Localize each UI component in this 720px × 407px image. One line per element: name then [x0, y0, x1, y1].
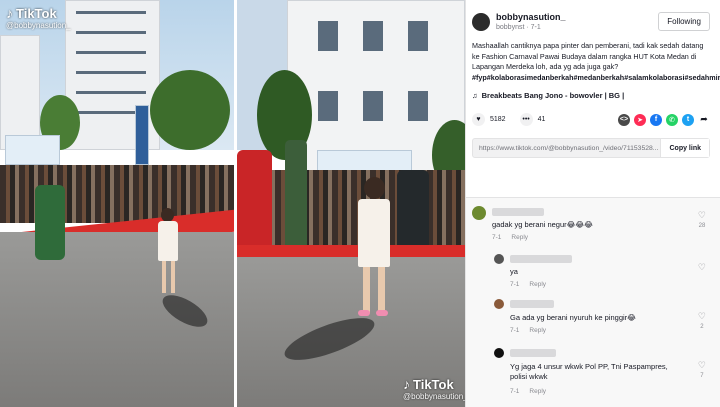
reply-button[interactable]: Reply	[529, 388, 546, 395]
comment-date: 7-1	[510, 327, 520, 334]
tiktok-logo-icon: ♪	[6, 5, 13, 21]
girl-shoe	[376, 310, 388, 316]
comment-item: ya 7-1 Reply ♡	[466, 254, 720, 294]
girl-dress	[358, 199, 390, 267]
vertical-banner	[135, 105, 149, 165]
watermark-handle: @bobbynasution_	[6, 21, 71, 30]
author-meta: bobbynst · 7-1	[496, 24, 541, 31]
avatar[interactable]	[472, 12, 490, 31]
blurred-username[interactable]	[510, 349, 556, 357]
girl-leg	[363, 267, 370, 313]
engagement-row: ♥ 5182 ••• 41 <> ➤ f ✆ t ➦	[472, 113, 710, 126]
comment-like[interactable]: ♡ 7	[698, 360, 706, 379]
tiktok-logo-text: TikTok	[16, 5, 57, 21]
author-row: bobbynasution_ bobbynst · 7-1 Following	[472, 12, 710, 31]
girl-shoe	[358, 310, 370, 316]
whatsapp-icon[interactable]: ✆	[666, 113, 678, 126]
comment-like[interactable]: ♡ 28	[698, 210, 706, 229]
comment-like[interactable]: ♡	[698, 262, 706, 273]
girl-leg	[162, 261, 166, 293]
avatar[interactable]	[494, 299, 504, 309]
tree	[150, 70, 230, 150]
avatar[interactable]	[494, 254, 504, 264]
comment-meta: 7-1 Reply	[510, 388, 546, 395]
costumed-dancer	[35, 185, 65, 260]
like-count: 5182	[490, 116, 506, 123]
copy-link-bar: https://www.tiktok.com/@bobbynasution_/v…	[472, 138, 710, 158]
comment-like-count: 7	[700, 373, 704, 379]
tiktok-logo-icon: ♪	[403, 376, 410, 392]
comment-item: Yg jaga 4 unsur wkwk Pol PP, Tni Paspamp…	[466, 348, 720, 404]
share-arrow-icon[interactable]: ➦	[698, 113, 710, 126]
tiktok-watermark: ♪ TikTok @bobbynasution_	[403, 376, 465, 401]
girl-leg	[171, 261, 175, 293]
send-icon[interactable]: ➤	[634, 113, 646, 126]
tiktok-watermark: ♪ TikTok @bobbynasution_	[6, 5, 71, 30]
screenshot-frame: ♪ TikTok @bobbynasution_ ♪ TikTok @bobby…	[0, 0, 720, 407]
comment-icon[interactable]: •••	[519, 113, 533, 126]
caption-hashtags[interactable]: #fyp#kolaborasimedanberkah#medanberkah#s…	[472, 73, 720, 82]
reply-button[interactable]: Reply	[529, 281, 546, 288]
heart-icon[interactable]: ♥	[472, 113, 485, 126]
tiktok-logo-text: TikTok	[413, 376, 454, 392]
like-stat[interactable]: ♥ 5182	[472, 113, 506, 126]
comment-date: 7-1	[510, 281, 520, 288]
blurred-username[interactable]	[492, 208, 544, 216]
heart-icon[interactable]: ♡	[698, 262, 706, 272]
post-detail-panel: bobbynasution_ bobbynst · 7-1 Following …	[466, 0, 720, 407]
copy-link-button[interactable]: Copy link	[660, 139, 709, 157]
girl-head	[364, 177, 385, 199]
author-name[interactable]: bobbynasution_	[496, 12, 566, 22]
music-title[interactable]: Breakbeats Bang Jono - bowovler | BG |	[482, 91, 625, 100]
comment-text: Yg jaga 4 unsur wkwk Pol PP, Tni Paspamp…	[510, 362, 668, 381]
comment-stat[interactable]: ••• 41	[519, 113, 546, 126]
comment-item: Ga ada yg berani nyuruh ke pinggir😂 7-1 R…	[466, 299, 720, 343]
facebook-icon[interactable]: f	[650, 113, 662, 126]
heart-icon[interactable]: ♡	[698, 360, 706, 370]
comment-date: 7-1	[492, 234, 502, 241]
music-note-icon: ♫	[472, 91, 478, 100]
dancer-red-costume	[237, 150, 272, 250]
comment-meta: 7-1 Reply	[492, 234, 528, 241]
video-frame-left: ♪ TikTok @bobbynasution_	[0, 0, 234, 407]
event-banner	[317, 150, 412, 172]
dancer-green-costume	[285, 140, 307, 255]
music-row[interactable]: ♫ Breakbeats Bang Jono - bowovler | BG |	[472, 91, 710, 100]
girl-leg	[378, 267, 385, 313]
blurred-username[interactable]	[510, 255, 572, 263]
comment-like[interactable]: ♡ 2	[698, 311, 706, 330]
comment-count: 41	[537, 116, 546, 123]
comment-text: gadak yg berani negur😂😂😂	[492, 220, 593, 229]
reply-button[interactable]: Reply	[529, 327, 546, 334]
comment-text: Ga ada yg berani nyuruh ke pinggir😂	[510, 313, 636, 322]
embed-code-icon[interactable]: <>	[618, 113, 630, 126]
comment-text: ya	[510, 267, 518, 276]
video-link-url[interactable]: https://www.tiktok.com/@bobbynasution_/v…	[473, 145, 660, 152]
comment-meta: 7-1 Reply	[510, 281, 546, 288]
comment-like-count: 28	[698, 223, 706, 229]
reply-button[interactable]: Reply	[511, 234, 528, 241]
heart-icon[interactable]: ♡	[698, 311, 706, 321]
event-banner	[5, 135, 60, 165]
twitter-icon[interactable]: t	[682, 113, 694, 126]
video-frame-right: ♪ TikTok @bobbynasution_	[237, 0, 465, 407]
avatar[interactable]	[472, 206, 486, 220]
post-caption: Mashaallah cantiknya papa pinter dan pem…	[472, 41, 720, 83]
caption-text: Mashaallah cantiknya papa pinter dan pem…	[472, 41, 704, 71]
comment-like-count: 2	[700, 324, 704, 330]
comment-item: gadak yg berani negur😂😂😂 7-1 Reply ♡ 28	[466, 206, 720, 251]
comment-date: 7-1	[510, 388, 520, 395]
watermark-handle: @bobbynasution_	[403, 392, 465, 401]
heart-icon[interactable]: ♡	[698, 210, 706, 220]
share-buttons: <> ➤ f ✆ t ➦	[618, 113, 710, 126]
girl-dress	[158, 221, 178, 261]
building-left	[0, 35, 40, 150]
following-button[interactable]: Following	[658, 12, 710, 31]
avatar[interactable]	[494, 348, 504, 358]
girl-head	[161, 208, 174, 222]
blurred-username[interactable]	[510, 300, 554, 308]
comment-list[interactable]: gadak yg berani negur😂😂😂 7-1 Reply ♡ 28 ya…	[466, 197, 720, 407]
comment-meta: 7-1 Reply	[510, 327, 546, 334]
